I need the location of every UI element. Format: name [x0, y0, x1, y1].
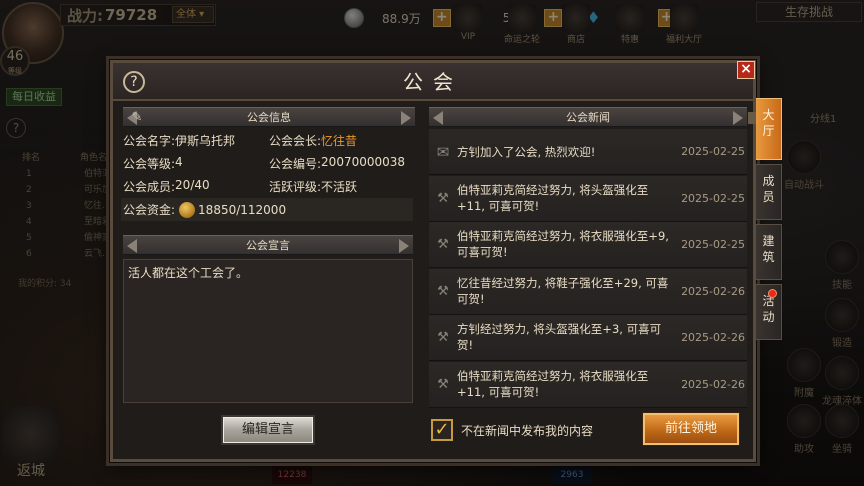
guild-title-bar: ? 公会 ×: [113, 61, 755, 101]
guild-leader-cell: 公会会长: 忆往昔: [269, 132, 415, 149]
guild-level-label: 公会等级:: [123, 157, 176, 171]
tab-activities[interactable]: 活动: [756, 284, 782, 340]
hide-from-news-label: 不在新闻中发布我的内容: [461, 423, 594, 438]
news-list[interactable]: ✉ 方钊加入了公会, 热烈欢迎! 2025-02-25 ⚒ 伯特亚莉克简经过努力…: [429, 129, 747, 408]
hide-from-news-checkbox[interactable]: ✓: [431, 419, 453, 441]
guild-info-grid: 公会名字: 伊斯乌托邦 公会会长: 忆往昔 公会等级: 4 公会编号: 20070000…: [121, 129, 415, 221]
news-item: ⚒ 方钊经过努力, 将头盔强化至+3, 可喜可贺! 2025-02-26: [429, 315, 747, 361]
news-item: ⚒ 伯特亚莉克简经过努力, 将衣服强化至+11, 可喜可贺! 2025-02-2…: [429, 361, 747, 408]
news-date: 2025-02-26: [681, 377, 745, 391]
close-button[interactable]: ×: [737, 61, 755, 79]
info-row: 公会等级: 4 公会编号: 20070000038: [123, 152, 415, 175]
guild-info-title: 公会信息: [247, 111, 291, 124]
news-text: 伯特亚莉克简经过努力, 将头盔强化至+11, 可喜可贺!: [457, 182, 649, 213]
anvil-icon: ⚒: [437, 283, 449, 299]
tab-members-label: 成员: [762, 174, 775, 204]
anvil-icon: ⚒: [437, 237, 449, 252]
guild-fund-row: 公会资金: 18850/112000: [121, 198, 413, 221]
tab-hall-label: 大厅: [762, 108, 775, 138]
guild-members-value: 20/40: [175, 178, 210, 192]
help-icon[interactable]: ?: [123, 71, 145, 93]
declaration-header: 公会宣言: [123, 235, 413, 255]
guild-id-cell: 公会编号: 20070000038: [269, 155, 415, 172]
guild-name-cell: 公会名字: 伊斯乌托邦: [123, 132, 269, 149]
news-item: ⚒ 忆往昔经过努力, 将鞋子强化至+29, 可喜可贺! 2025-02-26: [429, 268, 747, 315]
guild-window: ? 公会 × ✎ 公会信息 公会名字: 伊斯乌托邦 公会会长: 忆往昔 公会等级: 4…: [110, 60, 756, 462]
feather-icon: ✎: [131, 110, 143, 125]
news-item: ⚒ 伯特亚莉克简经过努力, 将头盔强化至+11, 可喜可贺! 2025-02-2…: [429, 175, 747, 222]
declaration-title: 公会宣言: [246, 239, 290, 252]
activity-rating-cell: 活跃评级: 不活跃: [269, 178, 415, 195]
notification-dot: [768, 289, 777, 298]
news-title: 公会新闻: [566, 111, 610, 124]
news-item: ✉ 方钊加入了公会, 热烈欢迎! 2025-02-25: [429, 129, 747, 175]
news-text: 伯特亚莉克简经过努力, 将衣服强化至+11, 可喜可贺!: [457, 368, 649, 399]
news-date: 2025-02-25: [681, 238, 745, 251]
guild-level-value: 4: [175, 155, 183, 169]
declaration-text-area: 活人都在这个工会了。: [123, 259, 413, 403]
activity-rating-value: 不活跃: [321, 180, 358, 194]
mail-icon: ✉: [436, 143, 450, 161]
guild-fund-value: 18850/112000: [198, 202, 287, 217]
edit-declaration-button[interactable]: 编辑宣言: [221, 415, 315, 445]
guild-name-label: 公会名字:: [123, 134, 176, 148]
news-text: 忆往昔经过努力, 将鞋子强化至+29, 可喜可贺!: [457, 275, 669, 306]
gold-coin-icon: [179, 201, 196, 218]
tab-members[interactable]: 成员: [756, 164, 782, 220]
info-row: 公会成员: 20/40 活跃评级: 不活跃: [123, 175, 415, 198]
tab-connector: [748, 112, 756, 124]
guild-info-header: ✎ 公会信息: [123, 107, 415, 127]
guild-id-label: 公会编号:: [269, 157, 322, 171]
news-text: 方钊经过努力, 将头盔强化至+3, 可喜可贺!: [457, 322, 662, 352]
tab-hall[interactable]: 大厅: [756, 98, 782, 160]
guild-fund-label: 公会资金:: [123, 203, 176, 217]
guild-members-label: 公会成员:: [123, 180, 176, 194]
declaration-text: 活人都在这个工会了。: [128, 266, 249, 280]
tab-buildings[interactable]: 建筑: [756, 224, 782, 280]
goto-territory-button[interactable]: 前往领地: [643, 413, 739, 445]
window-title: 公会: [403, 70, 463, 94]
news-header: 公会新闻: [429, 107, 747, 127]
guild-id-value: 20070000038: [321, 155, 406, 169]
news-text: 伯特亚莉克简经过努力, 将衣服强化至+9, 可喜可贺!: [457, 229, 669, 259]
news-date: 2025-02-26: [681, 284, 745, 298]
news-item: ⚒ 伯特亚莉克简经过努力, 将衣服强化至+9, 可喜可贺! 2025-02-25: [429, 222, 747, 268]
guild-members-cell: 公会成员: 20/40: [123, 178, 269, 195]
news-date: 2025-02-25: [681, 145, 745, 158]
guild-leader-value[interactable]: 忆往昔: [321, 132, 357, 149]
info-row: 公会名字: 伊斯乌托邦 公会会长: 忆往昔: [123, 129, 415, 152]
guild-level-cell: 公会等级: 4: [123, 155, 269, 172]
anvil-icon: ⚒: [437, 330, 449, 345]
anvil-icon: ⚒: [437, 190, 449, 206]
guild-name-value: 伊斯乌托邦: [175, 134, 236, 148]
news-date: 2025-02-26: [681, 331, 745, 344]
news-text: 方钊加入了公会, 热烈欢迎!: [457, 145, 596, 159]
hide-from-news-option[interactable]: ✓ 不在新闻中发布我的内容: [431, 419, 593, 441]
guild-leader-label: 公会会长:: [269, 134, 322, 148]
news-date: 2025-02-25: [681, 191, 745, 205]
tab-buildings-label: 建筑: [762, 234, 775, 264]
activity-rating-label: 活跃评级:: [269, 180, 322, 194]
anvil-icon: ⚒: [437, 376, 449, 392]
